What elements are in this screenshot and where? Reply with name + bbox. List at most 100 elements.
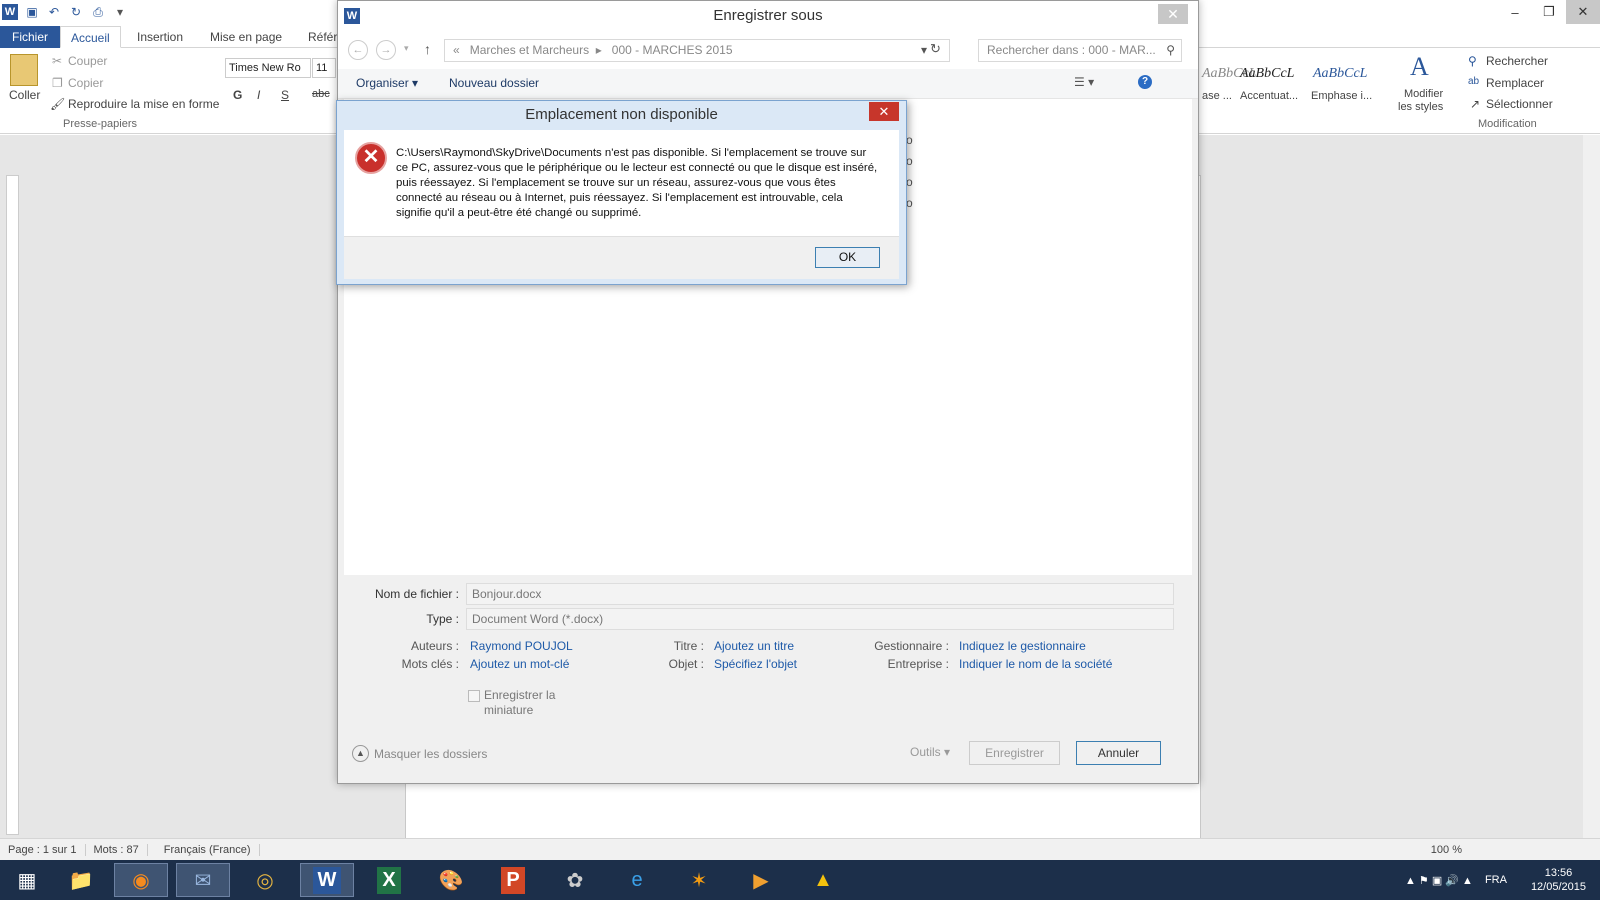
address-bar[interactable]: « Marches et Marcheurs ▸ 000 - MARCHES 2… xyxy=(444,39,950,62)
copy-icon: ❐ xyxy=(52,76,63,90)
language-status[interactable]: Français (France) xyxy=(156,843,260,856)
avast-icon[interactable]: ✶ xyxy=(672,863,726,897)
taskbar: ▦ 📁 ◉ ✉ ◎ W X 🎨 P ✿ e ✶ ▶ ▲ xyxy=(0,860,1600,900)
page-count[interactable]: Page : 1 sur 1 xyxy=(0,843,86,856)
title-value[interactable]: Ajoutez un titre xyxy=(714,639,794,653)
tab-home[interactable]: Accueil xyxy=(60,26,121,48)
powerpoint-icon[interactable]: P xyxy=(486,863,540,897)
copy-button[interactable]: Copier xyxy=(68,76,103,90)
select-button[interactable]: Sélectionner xyxy=(1486,97,1553,111)
google-drive-icon[interactable]: ▲ xyxy=(796,863,850,897)
help-icon[interactable]: ? xyxy=(1138,75,1152,89)
chrome-icon[interactable]: ◎ xyxy=(238,863,292,897)
ie-icon[interactable]: e xyxy=(610,863,664,897)
font-size-value: 11 xyxy=(316,62,328,74)
thunderbird-icon[interactable]: ✉ xyxy=(176,863,230,897)
italic-button[interactable]: I xyxy=(257,88,260,102)
subject-value[interactable]: Spécifiez l'objet xyxy=(714,657,797,671)
underline-button[interactable]: S xyxy=(281,88,289,102)
style-preview-2[interactable]: AaBbCcL xyxy=(1240,66,1294,82)
save-dialog-close-button[interactable]: ✕ xyxy=(1158,4,1188,24)
type-select[interactable]: Document Word (*.docx) xyxy=(466,608,1174,630)
font-size-select[interactable]: 11 xyxy=(312,58,336,78)
error-message-line: C:\Users\Raymond\SkyDrive\Documents n'es… xyxy=(396,147,867,159)
restore-button[interactable]: ❐ xyxy=(1532,0,1566,24)
font-name-select[interactable]: Times New Ro xyxy=(225,58,311,78)
modify-styles-line1[interactable]: Modifier xyxy=(1404,88,1443,100)
organize-label: Organiser xyxy=(356,76,409,90)
error-dialog-title: Emplacement non disponible xyxy=(525,106,718,123)
address-dropdown-icon[interactable]: ▾ xyxy=(921,40,927,61)
tab-layout[interactable]: Mise en page xyxy=(200,26,292,48)
clock-date: 12/05/2015 xyxy=(1530,881,1586,893)
paint-icon[interactable]: 🎨 xyxy=(424,863,478,897)
error-dialog-footer: OK xyxy=(344,236,899,279)
find-button[interactable]: Rechercher xyxy=(1486,54,1548,68)
forward-button[interactable]: → xyxy=(376,40,396,60)
hide-folders-icon[interactable]: ▲ xyxy=(352,745,369,762)
replace-button[interactable]: Remplacer xyxy=(1486,76,1544,90)
thumbnail-checkbox[interactable] xyxy=(468,690,480,702)
input-language[interactable]: FRA xyxy=(1485,874,1507,886)
paste-button[interactable]: Coller xyxy=(9,88,40,102)
cancel-button[interactable]: Annuler xyxy=(1076,741,1161,765)
breadcrumb-overflow[interactable]: « xyxy=(453,43,460,57)
aperture-app-icon[interactable]: ✿ xyxy=(548,863,602,897)
close-button[interactable]: ✕ xyxy=(1566,0,1600,24)
breadcrumb-folder2[interactable]: 000 - MARCHES 2015 xyxy=(612,43,733,57)
save-icon[interactable]: ▣ xyxy=(24,4,40,20)
view-icon[interactable]: ☰ ▾ xyxy=(1074,75,1094,89)
zoom-level[interactable]: 100 % xyxy=(1423,844,1470,856)
clock[interactable]: 13:56 12/05/2015 xyxy=(1531,866,1586,894)
filename-input[interactable]: Bonjour.docx xyxy=(466,583,1174,605)
scissors-icon: ✂ xyxy=(52,54,63,68)
word-count[interactable]: Mots : 87 xyxy=(86,843,148,856)
redo-icon[interactable]: ↻ xyxy=(68,4,84,20)
media-player-icon[interactable]: ▶ xyxy=(734,863,788,897)
word-icon[interactable]: W xyxy=(2,4,18,20)
excel-icon[interactable]: X xyxy=(362,863,416,897)
keywords-value[interactable]: Ajoutez un mot-clé xyxy=(470,657,569,671)
start-icon[interactable]: ▦ xyxy=(0,863,54,897)
clipboard-group-label: Presse-papiers xyxy=(63,118,137,130)
back-button[interactable]: ← xyxy=(348,40,368,60)
refresh-icon[interactable]: ↻ xyxy=(930,41,941,57)
undo-icon[interactable]: ↶ xyxy=(46,4,62,20)
cut-button[interactable]: Couper xyxy=(68,54,107,68)
tools-label: Outils xyxy=(910,745,941,759)
style-preview-3[interactable]: AaBbCcL xyxy=(1313,66,1367,82)
paste-icon[interactable] xyxy=(10,54,38,86)
format-painter-button[interactable]: Reproduire la mise en forme xyxy=(68,97,219,111)
organize-button[interactable]: Organiser ▾ xyxy=(356,76,418,90)
modify-styles-line2[interactable]: les styles xyxy=(1398,101,1443,113)
tab-file[interactable]: Fichier xyxy=(0,26,61,48)
firefox-icon[interactable]: ◉ xyxy=(114,863,168,897)
error-dialog-close-button[interactable]: ✕ xyxy=(869,102,899,121)
tray-icons[interactable]: ▲ ⚑ ▣ 🔊 ▲ xyxy=(1405,874,1473,887)
error-icon: ✕ xyxy=(355,142,387,174)
search-input[interactable]: Rechercher dans : 000 - MAR... ⚲ xyxy=(978,39,1182,62)
recent-locations-icon[interactable]: ▾ xyxy=(404,43,409,54)
authors-value[interactable]: Raymond POUJOL xyxy=(470,639,573,653)
command-bar: Organiser ▾ Nouveau dossier ☰ ▾ ? xyxy=(338,69,1198,99)
tab-insert[interactable]: Insertion xyxy=(127,26,193,48)
word-taskbar-icon[interactable]: W xyxy=(300,863,354,897)
explorer-icon[interactable]: 📁 xyxy=(54,863,108,897)
vertical-scrollbar[interactable] xyxy=(1583,135,1600,838)
company-value[interactable]: Indiquer le nom de la société xyxy=(959,657,1112,671)
hide-folders-button[interactable]: Masquer les dossiers xyxy=(374,747,487,761)
up-button[interactable]: ↑ xyxy=(424,41,431,57)
minimize-button[interactable]: – xyxy=(1498,0,1532,24)
tools-button[interactable]: Outils ▾ xyxy=(910,745,950,759)
bold-button[interactable]: G xyxy=(233,88,242,102)
save-button[interactable]: Enregistrer xyxy=(969,741,1060,765)
manager-value[interactable]: Indiquez le gestionnaire xyxy=(959,639,1086,653)
thumbnail-label-line2: miniature xyxy=(484,703,534,717)
strikethrough-button[interactable]: abc xyxy=(312,88,330,100)
breadcrumb-folder1[interactable]: Marches et Marcheurs xyxy=(470,43,589,57)
print-icon[interactable]: ⎙ xyxy=(90,4,106,20)
customize-qat-icon[interactable]: ▾ xyxy=(112,4,128,20)
clock-time: 13:56 xyxy=(1544,867,1573,879)
new-folder-button[interactable]: Nouveau dossier xyxy=(449,76,539,90)
ok-button[interactable]: OK xyxy=(815,247,880,268)
